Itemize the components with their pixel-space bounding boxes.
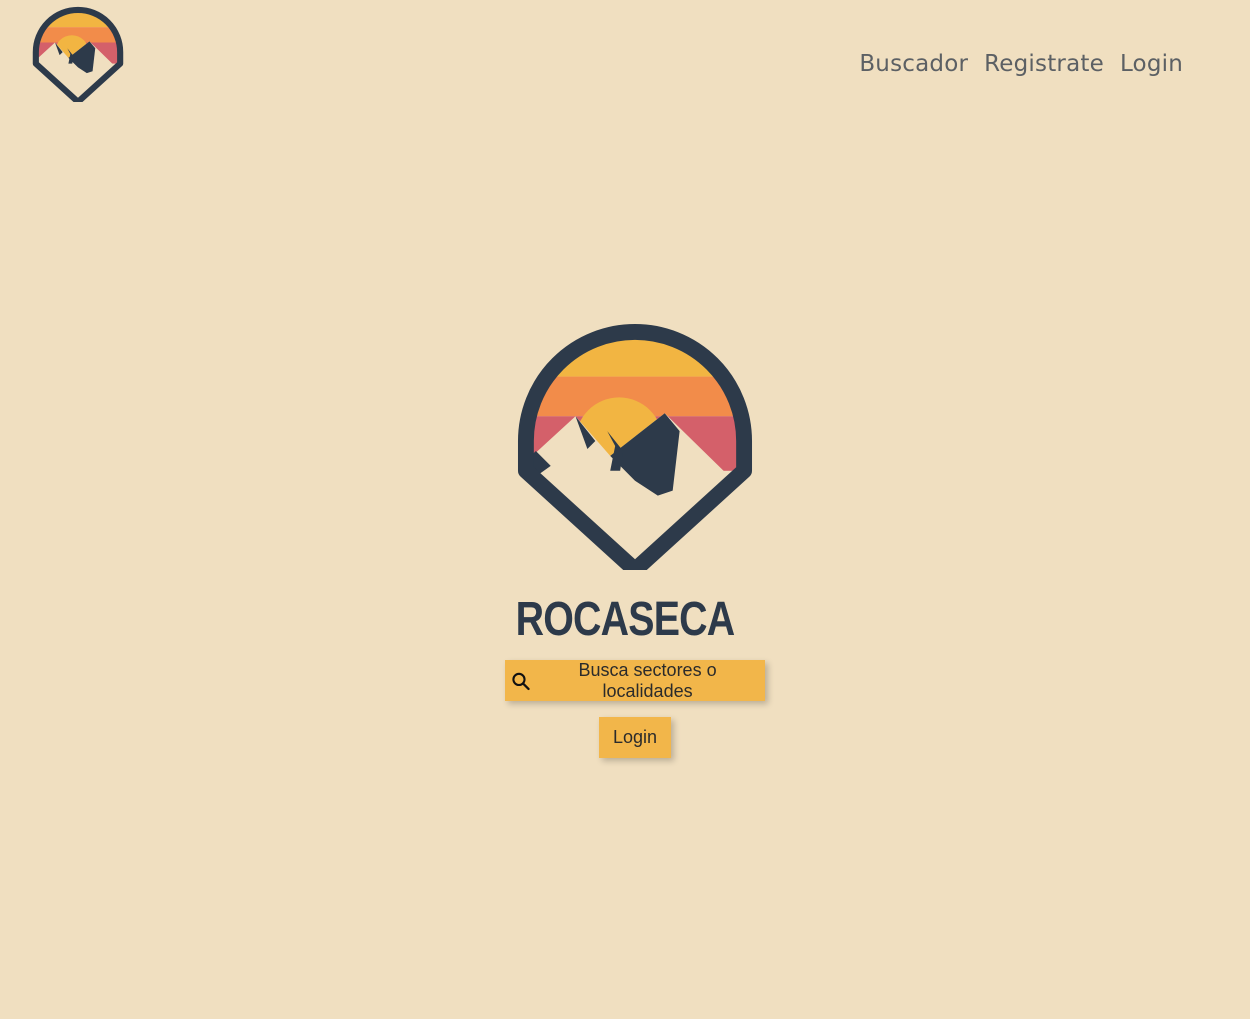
search-icon (512, 672, 530, 690)
brand-title: ROCASECA (515, 593, 736, 646)
login-button-label: Login (612, 727, 658, 747)
top-nav: Buscador Registrate Login (859, 48, 1183, 80)
header-logo[interactable] (32, 6, 124, 102)
nav-buscador-link[interactable]: Buscador (859, 48, 968, 80)
hero-logo (517, 324, 753, 570)
page: Buscador Registrate Login ROCASECA Busca… (0, 0, 1250, 1019)
nav-registrate-link[interactable]: Registrate (984, 48, 1104, 80)
search-button-label: Busca sectores o localidades (578, 659, 717, 701)
login-button[interactable]: Login (599, 717, 671, 758)
nav-login-link[interactable]: Login (1120, 48, 1183, 80)
search-button[interactable]: Busca sectores o localidades (505, 660, 765, 701)
